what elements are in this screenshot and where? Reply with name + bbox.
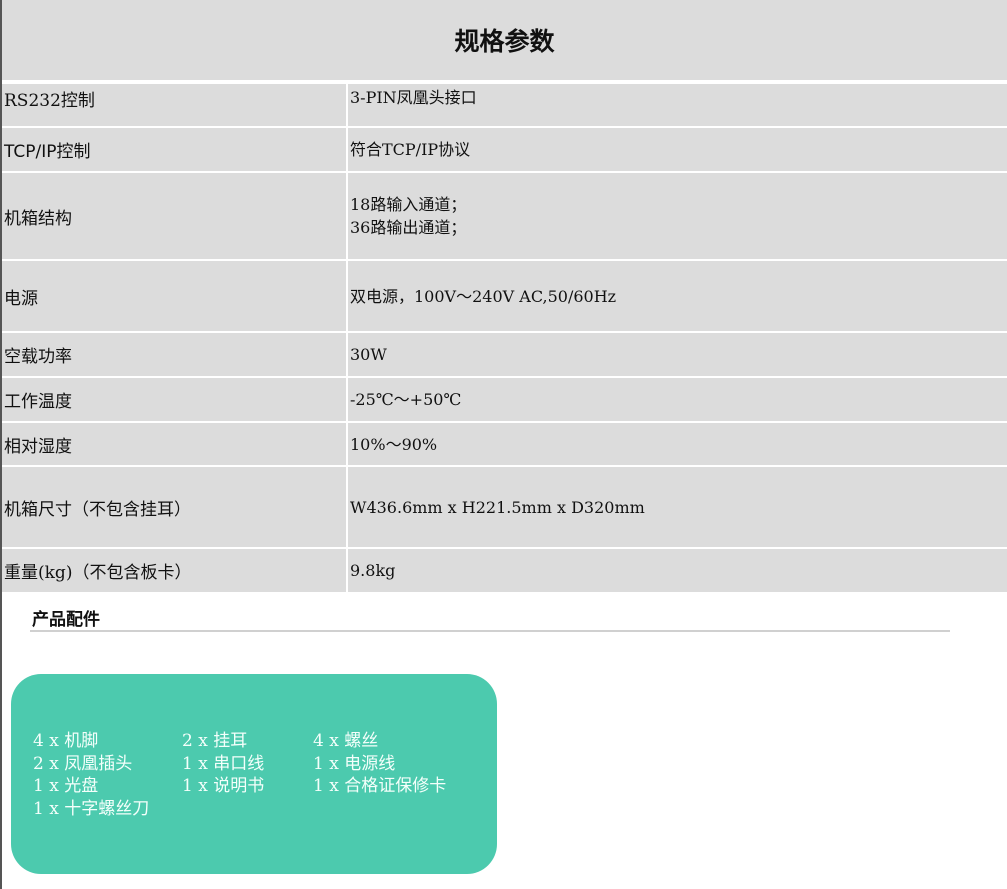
accessory-item: 2 x 挂耳 bbox=[182, 731, 248, 751]
spec-key: 机箱结构 bbox=[2, 173, 348, 259]
spec-value: 10%～90% bbox=[350, 434, 438, 454]
accessories-box: 4 x 机脚 2 x 挂耳 4 x 螺丝 2 x 凤凰插头 1 x 串口线 1 … bbox=[11, 674, 497, 874]
accessory-item: 2 x 凤凰插头 bbox=[33, 753, 133, 774]
spec-row: 电源 双电源，100V～240V AC,50/60Hz bbox=[2, 261, 1007, 333]
spec-key: RS232控制 bbox=[2, 84, 348, 126]
spec-key: 重量(kg)（不包含板卡） bbox=[2, 549, 348, 592]
accessory-item: 1 x 串口线 bbox=[182, 753, 265, 774]
accessory-item: 1 x 合格证保修卡 bbox=[313, 776, 447, 796]
accessories-heading: 产品配件 bbox=[32, 610, 100, 630]
spec-value: 3-PIN凤凰头接口 bbox=[350, 88, 477, 107]
spec-value: -25℃～+50℃ bbox=[350, 390, 462, 409]
spec-key: 机箱尺寸（不包含挂耳） bbox=[2, 467, 348, 547]
spec-table: RS232控制 3-PIN凤凰头接口 TCP/IP控制 符合TCP/IP协议 机… bbox=[2, 84, 1007, 592]
accessory-item: 1 x 说明书 bbox=[182, 776, 265, 796]
spec-section-title: 规格参数 bbox=[2, 0, 1007, 80]
spec-row: RS232控制 3-PIN凤凰头接口 bbox=[2, 84, 1007, 128]
accessory-item: 4 x 机脚 bbox=[33, 731, 99, 751]
spec-key: 工作温度 bbox=[2, 378, 348, 421]
spec-row: 机箱尺寸（不包含挂耳） W436.6mm x H221.5mm x D320mm bbox=[2, 467, 1007, 549]
spec-row: TCP/IP控制 符合TCP/IP协议 bbox=[2, 128, 1007, 173]
spec-value: W436.6mm x H221.5mm x D320mm bbox=[350, 497, 645, 517]
spec-value: 双电源，100V～240V AC,50/60Hz bbox=[350, 286, 617, 306]
accessories-list: 4 x 机脚 2 x 挂耳 4 x 螺丝 2 x 凤凰插头 1 x 串口线 1 … bbox=[33, 730, 463, 820]
spec-value: 18路输入通道； 36路输出通道； bbox=[350, 195, 467, 237]
accessories-divider bbox=[30, 630, 950, 632]
spec-key: TCP/IP控制 bbox=[2, 128, 348, 171]
accessory-item: 1 x 光盘 bbox=[33, 776, 99, 796]
spec-row: 相对湿度 10%～90% bbox=[2, 423, 1007, 467]
spec-row: 工作温度 -25℃～+50℃ bbox=[2, 378, 1007, 423]
spec-row: 重量(kg)（不包含板卡） 9.8kg bbox=[2, 549, 1007, 592]
spec-value: 9.8kg bbox=[350, 561, 396, 580]
spec-key: 空载功率 bbox=[2, 333, 348, 376]
spec-row: 空载功率 30W bbox=[2, 333, 1007, 378]
spec-row: 机箱结构 18路输入通道； 36路输出通道； bbox=[2, 173, 1007, 261]
spec-value: 30W bbox=[350, 345, 387, 364]
spec-value: 符合TCP/IP协议 bbox=[350, 140, 471, 159]
accessory-item: 1 x 十字螺丝刀 bbox=[33, 798, 150, 819]
accessory-item: 4 x 螺丝 bbox=[313, 731, 379, 751]
spec-key: 电源 bbox=[2, 261, 348, 331]
spec-key: 相对湿度 bbox=[2, 423, 348, 465]
accessory-item: 1 x 电源线 bbox=[313, 753, 396, 774]
